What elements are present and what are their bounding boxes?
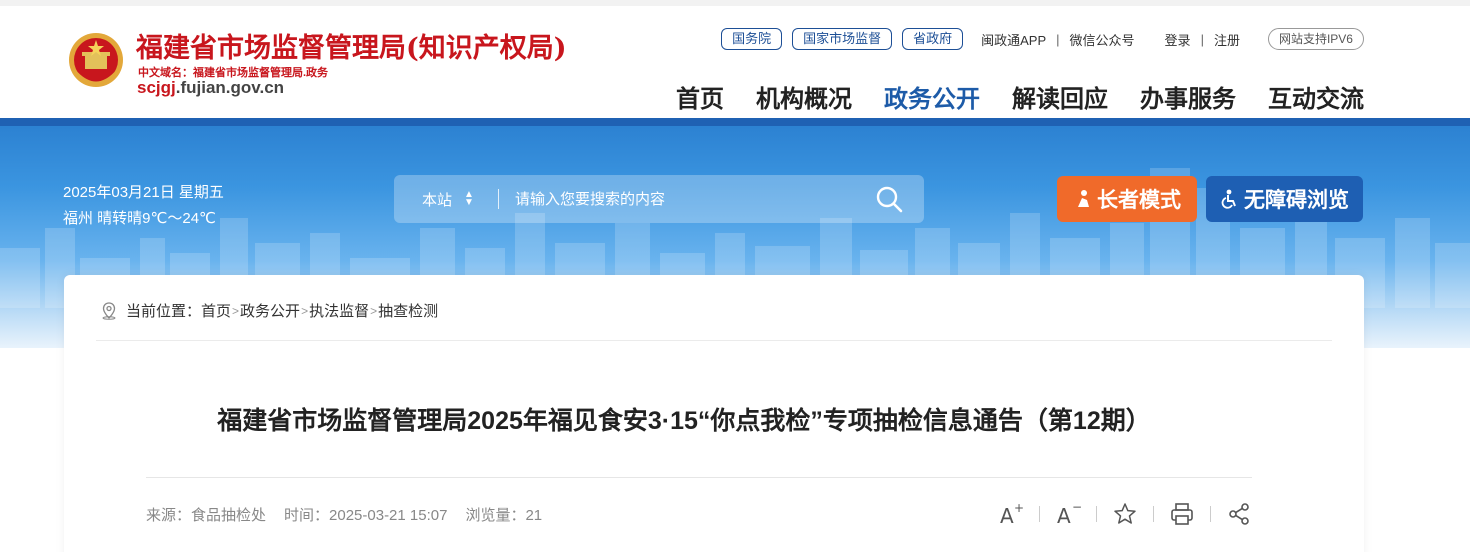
search-icon[interactable] (874, 184, 904, 214)
pill-province-gov[interactable]: 省政府 (902, 28, 964, 50)
breadcrumb-separator: > (301, 303, 309, 318)
sort-arrows-icon: ▲ ▼ (464, 189, 474, 208)
tool-separator (1153, 506, 1154, 522)
emblem-icon (69, 33, 123, 87)
elder-mode-label: 长者模式 (1097, 189, 1181, 212)
top-separator: | (1056, 31, 1060, 47)
location-icon (102, 301, 116, 320)
article-card: 当前位置： 首页 > 政务公开 > 执法监督 > 抽查检测 福建省市场监督管理局… (64, 275, 1364, 552)
breadcrumb-prefix: 当前位置： (126, 303, 202, 320)
link-wechat[interactable]: 微信公众号 (1070, 30, 1135, 49)
breadcrumb-inspection[interactable]: 抽查检测 (378, 300, 438, 321)
elder-icon (1078, 190, 1089, 207)
nav-interaction[interactable]: 互动交流 (1268, 79, 1364, 114)
article-views: 浏览量：21 (465, 507, 543, 524)
title-divider (146, 477, 1252, 478)
article-time: 时间：2025-03-21 15:07 (284, 507, 448, 524)
breadcrumb-divider (96, 340, 1332, 341)
elder-mode-button[interactable]: 长者模式 (1057, 176, 1197, 222)
svg-text:A: A (1057, 504, 1071, 527)
tool-separator (1039, 506, 1040, 522)
tool-separator (1210, 506, 1211, 522)
nav-about[interactable]: 机构概况 (756, 79, 852, 114)
search-scope-label: 本站 (422, 191, 453, 209)
breadcrumb: 当前位置： 首页 > 政务公开 > 执法监督 > 抽查检测 (100, 300, 438, 321)
register-link[interactable]: 注册 (1214, 30, 1240, 49)
domain-rest: .fujian.gov.cn (175, 78, 285, 97)
font-increase-icon[interactable]: A + (998, 501, 1024, 527)
breadcrumb-separator: > (232, 303, 240, 318)
breadcrumb-home[interactable]: 首页 (201, 300, 231, 321)
login-separator: | (1200, 31, 1204, 47)
accessible-browse-button[interactable]: 无障碍浏览 (1206, 176, 1363, 222)
site-logo[interactable]: 福建省市场监督管理局(知识产权局) 中文域名：福建省市场监督管理局.政务 scj… (66, 26, 626, 106)
pill-samr[interactable]: 国家市场监督 (792, 28, 893, 50)
article-tools: A + A − (998, 501, 1252, 527)
svg-text:−: − (1072, 501, 1081, 514)
font-decrease-icon[interactable]: A − (1055, 501, 1081, 527)
search-input[interactable] (499, 190, 874, 208)
breadcrumb-separator: > (370, 303, 378, 318)
banner-stripe (0, 118, 1470, 126)
link-app[interactable]: 闽政通APP (981, 30, 1046, 49)
nav-interpretation[interactable]: 解读回应 (1012, 79, 1108, 114)
article-title: 福建省市场监督管理局2025年福见食安3·15“你点我检”专项抽检信息通告（第1… (217, 407, 1151, 435)
site-title: 福建省市场监督管理局(知识产权局) (136, 33, 567, 64)
domain-accent: scjgj (137, 78, 176, 97)
tool-separator (1096, 506, 1097, 522)
search-scope-select[interactable]: 本站 ▲ ▼ (394, 189, 498, 210)
login-link[interactable]: 登录 (1165, 30, 1191, 49)
share-icon[interactable] (1226, 501, 1252, 527)
main-nav: 首页 机构概况 政务公开 解读回应 办事服务 互动交流 (644, 79, 1364, 114)
svg-text:A: A (1000, 504, 1014, 527)
date-weather: 2025年03月21日 星期五 福州 晴转晴9℃～24℃ (63, 180, 224, 232)
top-links: 国务院 国家市场监督 省政府 闽政通APP | 微信公众号 登录 | 注册 网站… (721, 27, 1364, 51)
breadcrumb-public-affairs[interactable]: 政务公开 (240, 300, 300, 321)
current-date: 2025年03月21日 星期五 (63, 184, 224, 201)
search-bar: 本站 ▲ ▼ (394, 175, 924, 223)
accessibility-icon (1221, 189, 1236, 209)
breadcrumb-law-enforcement[interactable]: 执法监督 (309, 300, 369, 321)
weather: 福州 晴转晴9℃～24℃ (63, 210, 216, 227)
english-domain: scjgj.fujian.gov.cn (137, 78, 284, 98)
svg-text:+: + (1014, 501, 1024, 515)
nav-services[interactable]: 办事服务 (1140, 79, 1236, 114)
accessible-browse-label: 无障碍浏览 (1244, 189, 1349, 212)
pill-state-council[interactable]: 国务院 (721, 28, 783, 50)
nav-public-affairs[interactable]: 政务公开 (884, 79, 980, 114)
star-icon[interactable] (1112, 501, 1138, 527)
article-source: 来源：食品抽检处 (146, 507, 267, 524)
ipv6-badge: 网站支持IPV6 (1267, 28, 1364, 50)
site-header: 福建省市场监督管理局(知识产权局) 中文域名：福建省市场监督管理局.政务 scj… (0, 0, 1470, 118)
print-icon[interactable] (1169, 501, 1195, 527)
article-meta: 来源：食品抽检处 时间：2025-03-21 15:07 浏览量：21 (146, 504, 560, 525)
nav-home[interactable]: 首页 (676, 79, 724, 114)
